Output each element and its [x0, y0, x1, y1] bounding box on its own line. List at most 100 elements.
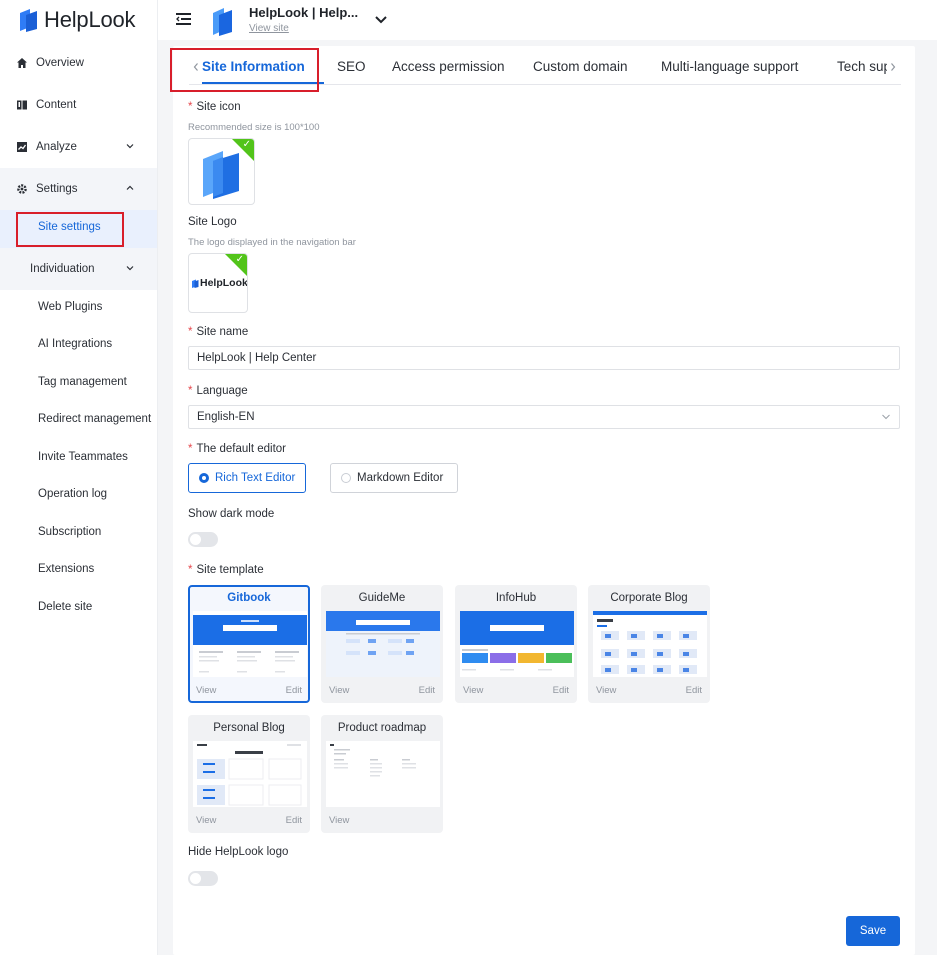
nav-operation-log[interactable]: Operation log	[38, 488, 107, 500]
sidebar: HelpLook Overview Content Analyze Settin…	[0, 0, 158, 955]
site-logo-icon	[213, 8, 232, 36]
template-label: * Site template	[188, 564, 264, 576]
settings-card: Site Information SEO Access permission C…	[170, 46, 915, 955]
nav-extensions[interactable]: Extensions	[38, 563, 94, 575]
home-icon	[16, 57, 28, 69]
dark-mode-toggle[interactable]	[188, 532, 218, 547]
book-icon	[16, 99, 28, 111]
language-label: * Language	[188, 385, 248, 397]
menu-collapse-icon[interactable]	[176, 13, 191, 25]
language-label-text: Language	[196, 385, 248, 397]
nav-individuation[interactable]: Individuation	[0, 248, 157, 290]
chevron-right-icon[interactable]	[889, 62, 897, 72]
template-card-gitbook[interactable]: Gitbook View Edit	[188, 585, 310, 703]
tab-seo[interactable]: SEO	[337, 59, 366, 74]
nav-overview[interactable]: Overview	[0, 42, 157, 84]
nav-content-label: Content	[36, 99, 77, 111]
helplook-logo-icon	[20, 9, 37, 32]
template-preview-corporate-blog	[593, 611, 707, 677]
site-icon-label: * Site icon	[188, 101, 241, 113]
gear-icon	[16, 183, 28, 195]
template-name: InfoHub	[495, 592, 537, 604]
template-name: Personal Blog	[213, 722, 285, 734]
chevron-down-icon[interactable]	[374, 14, 388, 26]
nav-tag-management[interactable]: Tag management	[38, 376, 127, 388]
required-mark: *	[188, 101, 193, 113]
template-preview-personal-blog	[193, 741, 307, 807]
tab-access-permission[interactable]: Access permission	[392, 59, 505, 74]
chevron-down-icon	[126, 144, 134, 149]
radio-checked	[199, 473, 209, 483]
site-logo-hint: The logo displayed in the navigation bar	[188, 237, 356, 248]
template-view-link[interactable]: View	[196, 815, 216, 826]
template-preview-gitbook	[193, 611, 307, 677]
nav-individuation-label: Individuation	[30, 263, 95, 275]
save-button[interactable]: Save	[846, 916, 900, 946]
site-icon-upload[interactable]: ✓	[188, 138, 255, 205]
site-name-input[interactable]: HelpLook | Help Center	[188, 346, 900, 370]
radio-unchecked	[341, 473, 351, 483]
top-bar: HelpLook | Help... View site	[158, 0, 937, 40]
template-name: Product roadmap	[337, 722, 427, 734]
helplook-logo-icon	[192, 279, 199, 288]
nav-settings-label: Settings	[36, 183, 78, 195]
template-edit-link[interactable]: Edit	[419, 685, 435, 696]
hide-logo-toggle[interactable]	[188, 871, 218, 886]
nav-settings[interactable]: Settings	[0, 168, 157, 210]
chevron-up-icon	[126, 185, 134, 190]
site-icon-hint: Recommended size is 100*100	[188, 122, 320, 133]
tab-custom-domain[interactable]: Custom domain	[533, 59, 628, 74]
markdown-editor-option[interactable]: Markdown Editor	[330, 463, 458, 493]
template-view-link[interactable]: View	[329, 685, 349, 696]
template-edit-link[interactable]: Edit	[286, 815, 302, 826]
dark-mode-label: Show dark mode	[188, 508, 275, 520]
required-mark: *	[188, 443, 193, 455]
site-logo-upload[interactable]: HelpLook ✓	[188, 253, 248, 313]
language-select[interactable]: English-EN	[188, 405, 900, 429]
site-logo-preview: HelpLook	[192, 277, 247, 289]
template-card-corporate-blog[interactable]: Corporate Blog View Edit	[588, 585, 710, 703]
template-card-product-roadmap[interactable]: Product roadmap View	[321, 715, 443, 833]
chart-icon	[16, 141, 28, 153]
template-view-link[interactable]: View	[329, 815, 349, 826]
required-mark: *	[188, 385, 193, 397]
check-icon: ✓	[235, 254, 244, 265]
template-view-link[interactable]: View	[596, 685, 616, 696]
view-site-link[interactable]: View site	[249, 23, 289, 34]
editor-label-text: The default editor	[196, 443, 286, 455]
chevron-down-icon	[882, 414, 890, 420]
template-edit-link[interactable]: Edit	[686, 685, 702, 696]
template-preview-guideme	[326, 611, 440, 677]
template-card-infohub[interactable]: InfoHub View Edit	[455, 585, 577, 703]
rich-text-editor-option[interactable]: Rich Text Editor	[188, 463, 306, 493]
highlight-box	[170, 48, 319, 92]
template-card-personal-blog[interactable]: Personal Blog View Edit	[188, 715, 310, 833]
nav-delete-site[interactable]: Delete site	[38, 601, 92, 613]
template-name: GuideMe	[358, 592, 406, 604]
brand-logo[interactable]: HelpLook	[18, 6, 136, 34]
template-name: Gitbook	[227, 592, 271, 604]
nav-ai-integrations[interactable]: AI Integrations	[38, 338, 112, 350]
site-name-label: * Site name	[188, 326, 248, 338]
template-edit-link[interactable]: Edit	[286, 685, 302, 696]
language-value: English-EN	[197, 411, 255, 423]
tab-tech-support[interactable]: Tech sup	[837, 59, 887, 74]
nav-analyze-label: Analyze	[36, 141, 77, 153]
template-edit-link[interactable]: Edit	[553, 685, 569, 696]
nav-subscription[interactable]: Subscription	[38, 526, 101, 538]
nav-content[interactable]: Content	[0, 84, 157, 126]
rich-text-editor-label: Rich Text Editor	[215, 472, 296, 484]
template-view-link[interactable]: View	[196, 685, 216, 696]
template-card-guideme[interactable]: GuideMe View Edit	[321, 585, 443, 703]
highlight-box	[16, 212, 124, 247]
chevron-down-icon	[126, 266, 134, 271]
template-preview-infohub	[460, 611, 574, 677]
check-icon: ✓	[242, 139, 251, 150]
nav-invite-teammates[interactable]: Invite Teammates	[38, 451, 128, 463]
template-view-link[interactable]: View	[463, 685, 483, 696]
nav-analyze[interactable]: Analyze	[0, 126, 157, 168]
site-title: HelpLook | Help...	[249, 5, 359, 20]
nav-web-plugins[interactable]: Web Plugins	[38, 301, 102, 313]
tab-multi-language-support[interactable]: Multi-language support	[661, 59, 798, 74]
nav-redirect-management[interactable]: Redirect management	[38, 413, 151, 425]
